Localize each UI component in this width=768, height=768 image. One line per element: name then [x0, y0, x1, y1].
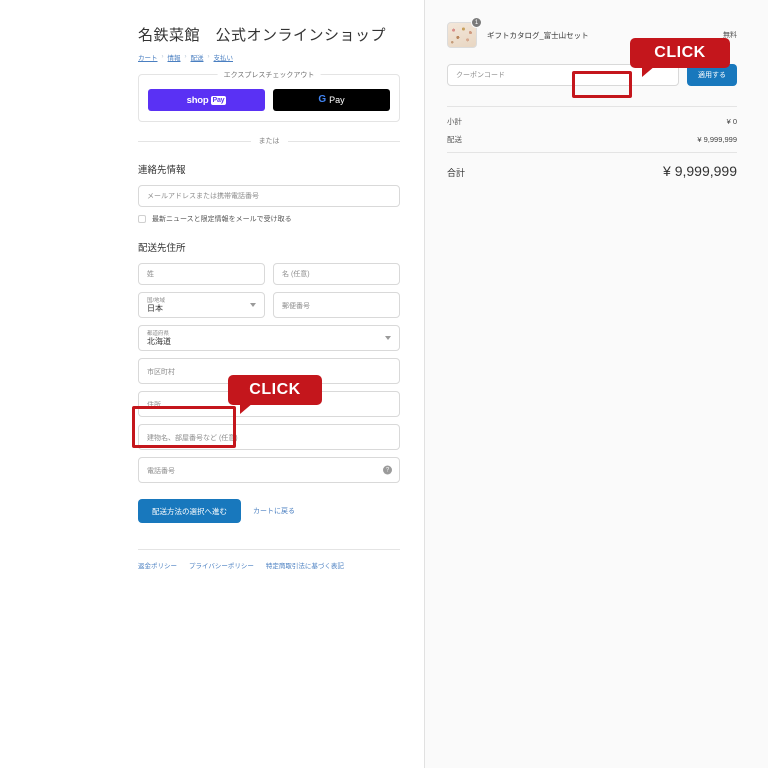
email-field[interactable]: メールアドレスまたは携帯電話番号	[138, 185, 400, 207]
checkout-main-column: 名鉄菜館 公式オンラインショップ カート › 情報 › 配送 › 支払い エクス…	[0, 0, 424, 768]
express-checkout-buttons: shop Pay G Pay	[148, 89, 390, 111]
grand-total-row: 合計 ¥ 9,999,999	[447, 163, 737, 179]
country-select[interactable]: 国/地域 日本	[138, 292, 265, 318]
prefecture-select-value: 北海道	[147, 337, 171, 347]
postal-code-field[interactable]: 郵便番号	[273, 292, 400, 318]
continue-to-shipping-button[interactable]: 配送方法の選択へ進む	[138, 499, 241, 523]
form-actions: 配送方法の選択へ進む カートに戻る	[138, 499, 400, 523]
shop-title: 名鉄菜館 公式オンラインショップ	[138, 27, 387, 44]
privacy-policy-link[interactable]: プライバシーポリシー	[189, 560, 254, 570]
email-field-placeholder: メールアドレスまたは携帯電話番号	[147, 193, 259, 200]
first-name-placeholder: 名 (任意)	[282, 271, 310, 278]
shipping-section-title: 配送先住所	[138, 243, 186, 254]
coupon-code-placeholder: クーポンコード	[456, 72, 505, 79]
building-field[interactable]: 建物名、部屋番号など (任意)	[138, 424, 400, 450]
google-g-icon: G	[318, 94, 327, 105]
or-divider: または	[138, 136, 400, 146]
newsletter-label: 最新ニュースと限定情報をメールで受け取る	[152, 216, 292, 223]
grand-total-divider	[447, 152, 737, 153]
name-fields-row: 姓 名 (任意)	[138, 263, 400, 292]
breadcrumb-item-payment[interactable]: 支払い	[214, 52, 234, 62]
click-callout-submit: CLICK	[228, 375, 322, 414]
google-pay-logo: G Pay	[318, 94, 345, 106]
shop-pay-wordmark: shop	[186, 94, 209, 106]
refund-policy-link[interactable]: 返金ポリシー	[138, 560, 177, 570]
footer-divider	[138, 549, 400, 550]
subtotal-row: 小計 ¥ 0	[447, 116, 737, 127]
shipping-address-section: 配送先住所 姓 名 (任意) 国/地域 日本 郵便番号 都道府県 北海道 市区町…	[138, 240, 400, 483]
last-name-placeholder: 姓	[147, 271, 154, 278]
country-postal-row: 国/地域 日本 郵便番号	[138, 292, 400, 325]
google-pay-wordmark: Pay	[329, 95, 345, 105]
last-name-field[interactable]: 姓	[138, 263, 265, 285]
phone-field[interactable]: 電話番号 ?	[138, 457, 400, 483]
first-name-field[interactable]: 名 (任意)	[273, 263, 400, 285]
quantity-badge: 1	[471, 17, 482, 28]
product-thumbnail-wrap: 1	[447, 17, 482, 48]
totals-divider	[447, 106, 737, 107]
phone-placeholder: 電話番号	[147, 468, 175, 475]
country-select-value: 日本	[147, 304, 163, 314]
breadcrumb-item-information[interactable]: 情報	[168, 52, 181, 62]
click-callout-apply: CLICK	[630, 38, 730, 77]
grand-total-value: ¥ 9,999,999	[663, 163, 737, 179]
legal-notice-link[interactable]: 特定商取引法に基づく表記	[266, 560, 344, 570]
google-pay-button[interactable]: G Pay	[273, 89, 390, 111]
breadcrumb-separator-icon: ›	[184, 54, 187, 60]
footer-links: 返金ポリシー プライバシーポリシー 特定商取引法に基づく表記	[138, 560, 400, 570]
shop-pay-logo: shop Pay	[187, 95, 227, 106]
breadcrumb-item-cart[interactable]: カート	[138, 52, 158, 62]
postal-code-placeholder: 郵便番号	[282, 303, 310, 310]
prefecture-select[interactable]: 都道府県 北海道	[138, 325, 400, 351]
chevron-down-icon	[385, 336, 391, 340]
building-placeholder: 建物名、部屋番号など (任意)	[147, 435, 238, 442]
order-summary-column: 1 ギフトカタログ_富士山セット 無料 クーポンコード 適用する 小計 ¥ 0 …	[424, 0, 768, 768]
breadcrumb-separator-icon: ›	[161, 54, 164, 60]
shipping-label: 配送	[447, 135, 462, 144]
shop-pay-chip: Pay	[210, 95, 227, 105]
order-summary-container: 1 ギフトカタログ_富士山セット 無料 クーポンコード 適用する 小計 ¥ 0 …	[425, 0, 768, 179]
city-placeholder: 市区町村	[147, 369, 175, 376]
breadcrumb-item-shipping[interactable]: 配送	[191, 52, 204, 62]
contact-section: 連絡先情報 メールアドレスまたは携帯電話番号 最新ニュースと限定情報をメールで受…	[138, 162, 400, 224]
contact-section-title: 連絡先情報	[138, 165, 186, 176]
shop-pay-button[interactable]: shop Pay	[148, 89, 265, 111]
subtotal-value: ¥ 0	[726, 117, 737, 126]
subtotal-label: 小計	[447, 117, 462, 126]
checkout-form-container: 名鉄菜館 公式オンラインショップ カート › 情報 › 配送 › 支払い エクス…	[0, 0, 424, 570]
shipping-value: ¥ 9,999,999	[697, 135, 737, 144]
newsletter-checkbox[interactable]	[138, 215, 146, 223]
question-mark-icon[interactable]: ?	[383, 465, 392, 475]
shipping-row: 配送 ¥ 9,999,999	[447, 134, 737, 145]
checkout-page: 名鉄菜館 公式オンラインショップ カート › 情報 › 配送 › 支払い エクス…	[0, 0, 768, 768]
newsletter-checkbox-row[interactable]: 最新ニュースと限定情報をメールで受け取る	[138, 214, 400, 224]
return-to-cart-link[interactable]: カートに戻る	[253, 506, 295, 516]
chevron-down-icon	[250, 303, 256, 307]
breadcrumb-separator-icon: ›	[207, 54, 210, 60]
address-placeholder: 住所	[147, 402, 161, 409]
express-checkout-legend: エクスプレスチェックアウト	[217, 70, 321, 80]
express-checkout-box: エクスプレスチェックアウト shop Pay G Pay	[138, 70, 400, 122]
breadcrumb: カート › 情報 › 配送 › 支払い	[138, 52, 400, 62]
grand-total-label: 合計	[447, 168, 466, 178]
